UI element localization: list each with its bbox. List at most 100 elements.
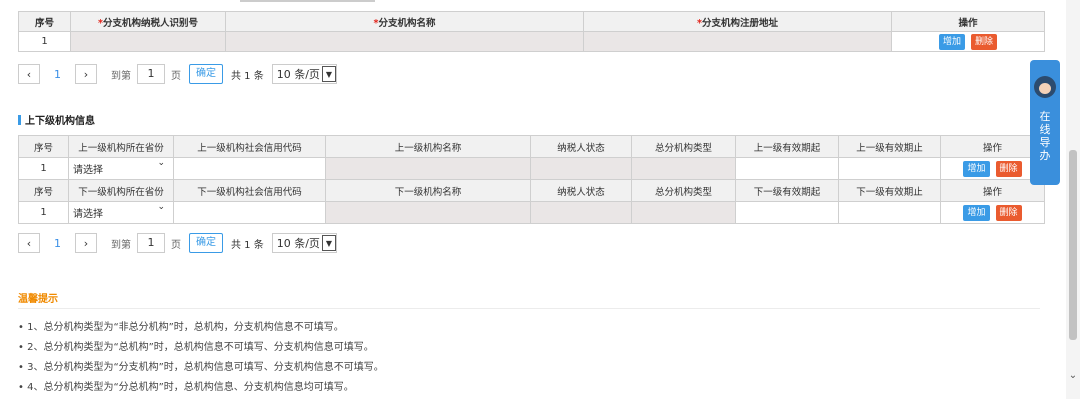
subordinate-province-value: 请选择 [73, 209, 103, 220]
tip-item: • 4、总分机构类型为“分总机构”时，总机构信息、分支机构信息均可填写。 [18, 382, 354, 393]
tips-list: • 1、总分机构类型为“非总分机构”时，总机构，分支机构信息不可填写。 • 2、… [18, 318, 384, 398]
section-title: 上下级机构信息 [18, 112, 95, 127]
delete-button[interactable]: 删除 [995, 160, 1022, 177]
branch-name-input[interactable] [225, 31, 584, 52]
scrollbar-thumb[interactable] [1069, 150, 1077, 340]
branch-taxid-input[interactable] [70, 31, 226, 52]
tip-item: • 1、总分机构类型为“非总分机构”时，总机构，分支机构信息不可填写。 [18, 322, 344, 333]
chevron-down-icon: ▼ [321, 66, 336, 82]
chevron-left-icon[interactable]: ‹ [18, 233, 40, 253]
col-taxpayer-status: 纳税人状态 [530, 135, 632, 158]
row-index: 1 [18, 31, 71, 52]
subordinate-province-select[interactable]: 请选择 ⌄ [68, 201, 174, 224]
delete-button[interactable]: 删除 [995, 204, 1022, 221]
col-branch-taxid: *分支机构纳税人识别号 [70, 11, 226, 32]
col-index: 序号 [18, 179, 69, 202]
confirm-button[interactable]: 确定 [189, 64, 223, 84]
superior-name-input [325, 157, 531, 180]
scroll-down-icon[interactable]: ⌄ [1066, 370, 1080, 382]
row-index: 1 [18, 201, 69, 224]
col-org-type: 总分机构类型 [631, 135, 736, 158]
col-branch-address: *分支机构注册地址 [583, 11, 892, 32]
superior-org-type [631, 157, 736, 180]
page-size-select[interactable]: 10 条/页 ▼ [271, 64, 337, 84]
online-guide-button[interactable]: 在 线 导 办 [1030, 60, 1060, 185]
col-superior-name: 上一级机构名称 [325, 135, 531, 158]
superior-province-value: 请选择 [73, 165, 103, 176]
col-branch-name: *分支机构名称 [225, 11, 584, 32]
hierarchy-table: 序号 上一级机构所在省份 上一级机构社会信用代码 上一级机构名称 纳税人状态 总… [18, 135, 1045, 224]
col-branch-name-label: 分支机构名称 [378, 17, 436, 29]
col-subordinate-province: 下一级机构所在省份 [68, 179, 174, 202]
col-org-type: 总分机构类型 [631, 179, 736, 202]
confirm-button[interactable]: 确定 [189, 233, 223, 253]
page-unit: 页 [171, 70, 181, 82]
superior-taxpayer-status [530, 157, 632, 180]
col-superior-credit-code: 上一级机构社会信用代码 [173, 135, 326, 158]
branch-table: 序号 *分支机构纳税人识别号 *分支机构名称 *分支机构注册地址 操作 1 增加… [18, 11, 1045, 52]
col-actions: 操作 [940, 135, 1045, 158]
tip-item: • 2、总分机构类型为“总机构”时，总机构信息不可填写、分支机构信息可填写。 [18, 342, 374, 353]
row-actions: 增加 删除 [891, 31, 1045, 52]
subordinate-valid-to-input[interactable] [838, 201, 941, 224]
table-row: 1 请选择 ⌄ 增加 删除 [18, 201, 1045, 224]
superior-province-select[interactable]: 请选择 ⌄ [68, 157, 174, 180]
col-superior-province: 上一级机构所在省份 [68, 135, 174, 158]
chevron-right-icon[interactable]: › [75, 64, 97, 84]
col-index: 序号 [18, 135, 69, 158]
goto-page-input[interactable]: 1 [137, 64, 165, 84]
add-button[interactable]: 增加 [963, 204, 990, 221]
col-index: 序号 [18, 11, 71, 32]
goto-label: 到第 [111, 239, 131, 251]
col-subordinate-credit-code: 下一级机构社会信用代码 [173, 179, 326, 202]
total-count: 共 1 条 [231, 70, 264, 82]
online-guide-char: 线 [1039, 123, 1051, 136]
col-subordinate-name: 下一级机构名称 [325, 179, 531, 202]
top-scroll-fragment [240, 0, 375, 2]
chevron-left-icon[interactable]: ‹ [18, 64, 40, 84]
tips-title: 温馨提示 [18, 294, 58, 305]
page-size-value: 10 条/页 [276, 68, 320, 81]
col-branch-taxid-label: 分支机构纳税人识别号 [102, 17, 198, 29]
chevron-right-icon[interactable]: › [75, 233, 97, 253]
pagination: ‹ 1 › 到第 1 页 确定 共 1 条 10 条/页 ▼ [18, 232, 337, 254]
online-guide-char: 在 [1039, 110, 1051, 123]
subordinate-org-type [631, 201, 736, 224]
add-button[interactable]: 增加 [938, 33, 965, 50]
row-actions: 增加 删除 [940, 201, 1045, 224]
col-actions: 操作 [891, 11, 1045, 32]
customer-service-avatar-icon [1034, 76, 1056, 98]
total-count: 共 1 条 [231, 239, 264, 251]
table-row: 1 请选择 ⌄ 增加 删除 [18, 157, 1045, 180]
col-superior-valid-from: 上一级有效期起 [735, 135, 839, 158]
col-superior-valid-to: 上一级有效期止 [838, 135, 941, 158]
col-subordinate-valid-from: 下一级有效期起 [735, 179, 839, 202]
online-guide-char: 办 [1039, 149, 1051, 162]
superior-credit-code-input[interactable] [173, 157, 326, 180]
pagination: ‹ 1 › 到第 1 页 确定 共 1 条 10 条/页 ▼ [18, 63, 337, 85]
goto-page-input[interactable]: 1 [137, 233, 165, 253]
add-button[interactable]: 增加 [963, 160, 990, 177]
table-row: 1 增加 删除 [18, 31, 1045, 52]
subordinate-valid-from-input[interactable] [735, 201, 839, 224]
col-actions: 操作 [940, 179, 1045, 202]
superior-valid-from-input[interactable] [735, 157, 839, 180]
row-index: 1 [18, 157, 69, 180]
branch-address-input[interactable] [583, 31, 892, 52]
page-unit: 页 [171, 239, 181, 251]
col-taxpayer-status: 纳税人状态 [530, 179, 632, 202]
delete-button[interactable]: 删除 [971, 33, 998, 50]
subordinate-taxpayer-status [530, 201, 632, 224]
page-number[interactable]: 1 [54, 68, 61, 81]
chevron-down-icon: ⌄ [157, 202, 165, 213]
page-size-value: 10 条/页 [276, 237, 320, 250]
superior-valid-to-input[interactable] [838, 157, 941, 180]
col-subordinate-valid-to: 下一级有效期止 [838, 179, 941, 202]
tip-item: • 3、总分机构类型为“分支机构”时，总机构信息可填写、分支机构信息不可填写。 [18, 362, 384, 373]
tips-divider [18, 308, 1040, 309]
online-guide-label: 在 线 导 办 [1030, 110, 1060, 162]
subordinate-credit-code-input[interactable] [173, 201, 326, 224]
page-number[interactable]: 1 [54, 237, 61, 250]
online-guide-char: 导 [1039, 136, 1051, 149]
page-size-select[interactable]: 10 条/页 ▼ [271, 233, 337, 253]
